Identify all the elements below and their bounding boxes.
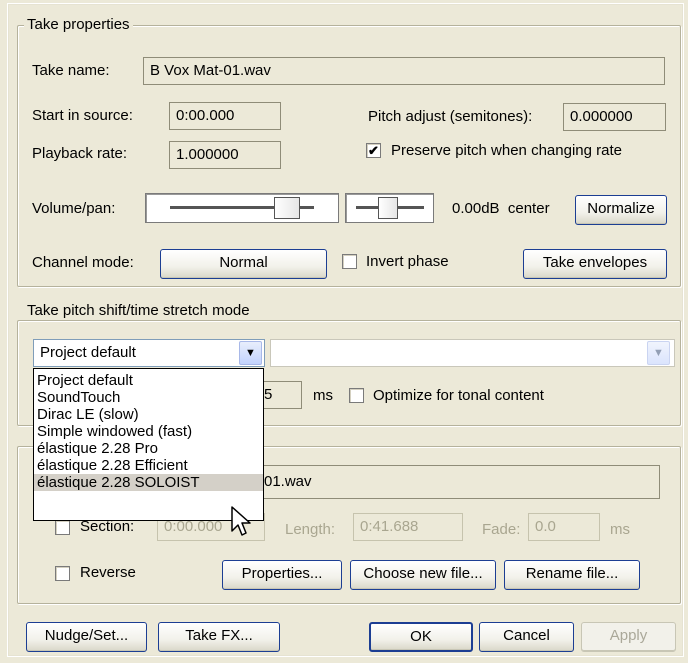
- take-name-label: Take name:: [32, 62, 110, 79]
- pitch-submode-dropdown-icon: ▼: [647, 341, 670, 365]
- source-file-field[interactable]: 01.wav: [258, 465, 660, 499]
- normalize-button[interactable]: Normalize: [575, 195, 667, 225]
- volume-pan-readout: 0.00dB center: [452, 200, 550, 217]
- pitch-mode-select-value: Project default: [40, 344, 136, 361]
- pitch-adjust-field[interactable]: 0.000000: [563, 103, 666, 131]
- invert-phase-checkbox[interactable]: [342, 254, 357, 269]
- properties-button[interactable]: Properties...: [222, 560, 342, 590]
- cancel-button[interactable]: Cancel: [479, 622, 574, 652]
- pitch-mode-option[interactable]: Dirac LE (slow): [34, 406, 263, 423]
- volume-slider[interactable]: [145, 193, 339, 223]
- fade-label: Fade:: [482, 521, 521, 538]
- preserve-pitch-checkbox[interactable]: ✔: [366, 143, 381, 158]
- start-in-source-field[interactable]: 0:00.000: [169, 102, 281, 130]
- preserve-pitch-label: Preserve pitch when changing rate: [391, 142, 622, 159]
- reverse-label: Reverse: [80, 564, 136, 581]
- pitch-shift-heading: Take pitch shift/time stretch mode: [24, 302, 253, 320]
- apply-button: Apply: [581, 622, 676, 652]
- arrow-cursor-icon: [231, 506, 251, 536]
- pitch-mode-option[interactable]: élastique 2.28 Efficient: [34, 457, 263, 474]
- take-properties-heading: Take properties: [24, 16, 133, 34]
- pitch-mode-option[interactable]: élastique 2.28 Pro: [34, 440, 263, 457]
- window-ms-label: ms: [313, 387, 333, 404]
- choose-new-file-button[interactable]: Choose new file...: [350, 560, 496, 590]
- optimize-tonal-checkbox[interactable]: [349, 388, 364, 403]
- playback-rate-label: Playback rate:: [32, 145, 128, 162]
- nudge-set-button[interactable]: Nudge/Set...: [26, 622, 147, 652]
- pitch-mode-option[interactable]: Simple windowed (fast): [34, 423, 263, 440]
- length-label: Length:: [285, 521, 336, 538]
- rename-file-button[interactable]: Rename file...: [504, 560, 640, 590]
- pitch-adjust-label: Pitch adjust (semitones):: [368, 108, 533, 125]
- fade-ms-label: ms: [610, 521, 630, 538]
- pitch-mode-dropdown-icon[interactable]: ▼: [239, 341, 262, 365]
- pan-slider[interactable]: [345, 193, 434, 223]
- pitch-mode-option[interactable]: SoundTouch: [34, 389, 263, 406]
- start-in-source-label: Start in source:: [32, 107, 133, 124]
- take-name-field[interactable]: B Vox Mat-01.wav: [143, 57, 665, 85]
- pan-slider-thumb[interactable]: [378, 197, 398, 219]
- section-checkbox[interactable]: [55, 520, 70, 535]
- pitch-submode-select: ▼: [270, 339, 675, 367]
- optimize-tonal-label: Optimize for tonal content: [373, 387, 544, 404]
- window-size-field[interactable]: 5: [258, 381, 302, 409]
- reverse-checkbox[interactable]: [55, 566, 70, 581]
- ok-button[interactable]: OK: [369, 622, 473, 652]
- take-envelopes-button[interactable]: Take envelopes: [523, 249, 667, 279]
- volume-pan-label: Volume/pan:: [32, 200, 116, 217]
- playback-rate-field[interactable]: 1.000000: [169, 141, 281, 169]
- pitch-mode-select[interactable]: Project default ▼: [33, 339, 265, 367]
- pitch-mode-option[interactable]: Project default: [34, 372, 263, 389]
- take-fx-button[interactable]: Take FX...: [158, 622, 280, 652]
- channel-mode-button[interactable]: Normal: [160, 249, 327, 279]
- fade-field[interactable]: 0.0: [528, 513, 600, 541]
- volume-slider-thumb[interactable]: [274, 197, 300, 219]
- length-field[interactable]: 0:41.688: [353, 513, 463, 541]
- pitch-mode-option-highlighted[interactable]: élastique 2.28 SOLOIST: [34, 474, 263, 491]
- channel-mode-label: Channel mode:: [32, 254, 134, 271]
- invert-phase-label: Invert phase: [366, 253, 449, 270]
- pitch-mode-dropdown-list[interactable]: Project default SoundTouch Dirac LE (slo…: [33, 368, 264, 521]
